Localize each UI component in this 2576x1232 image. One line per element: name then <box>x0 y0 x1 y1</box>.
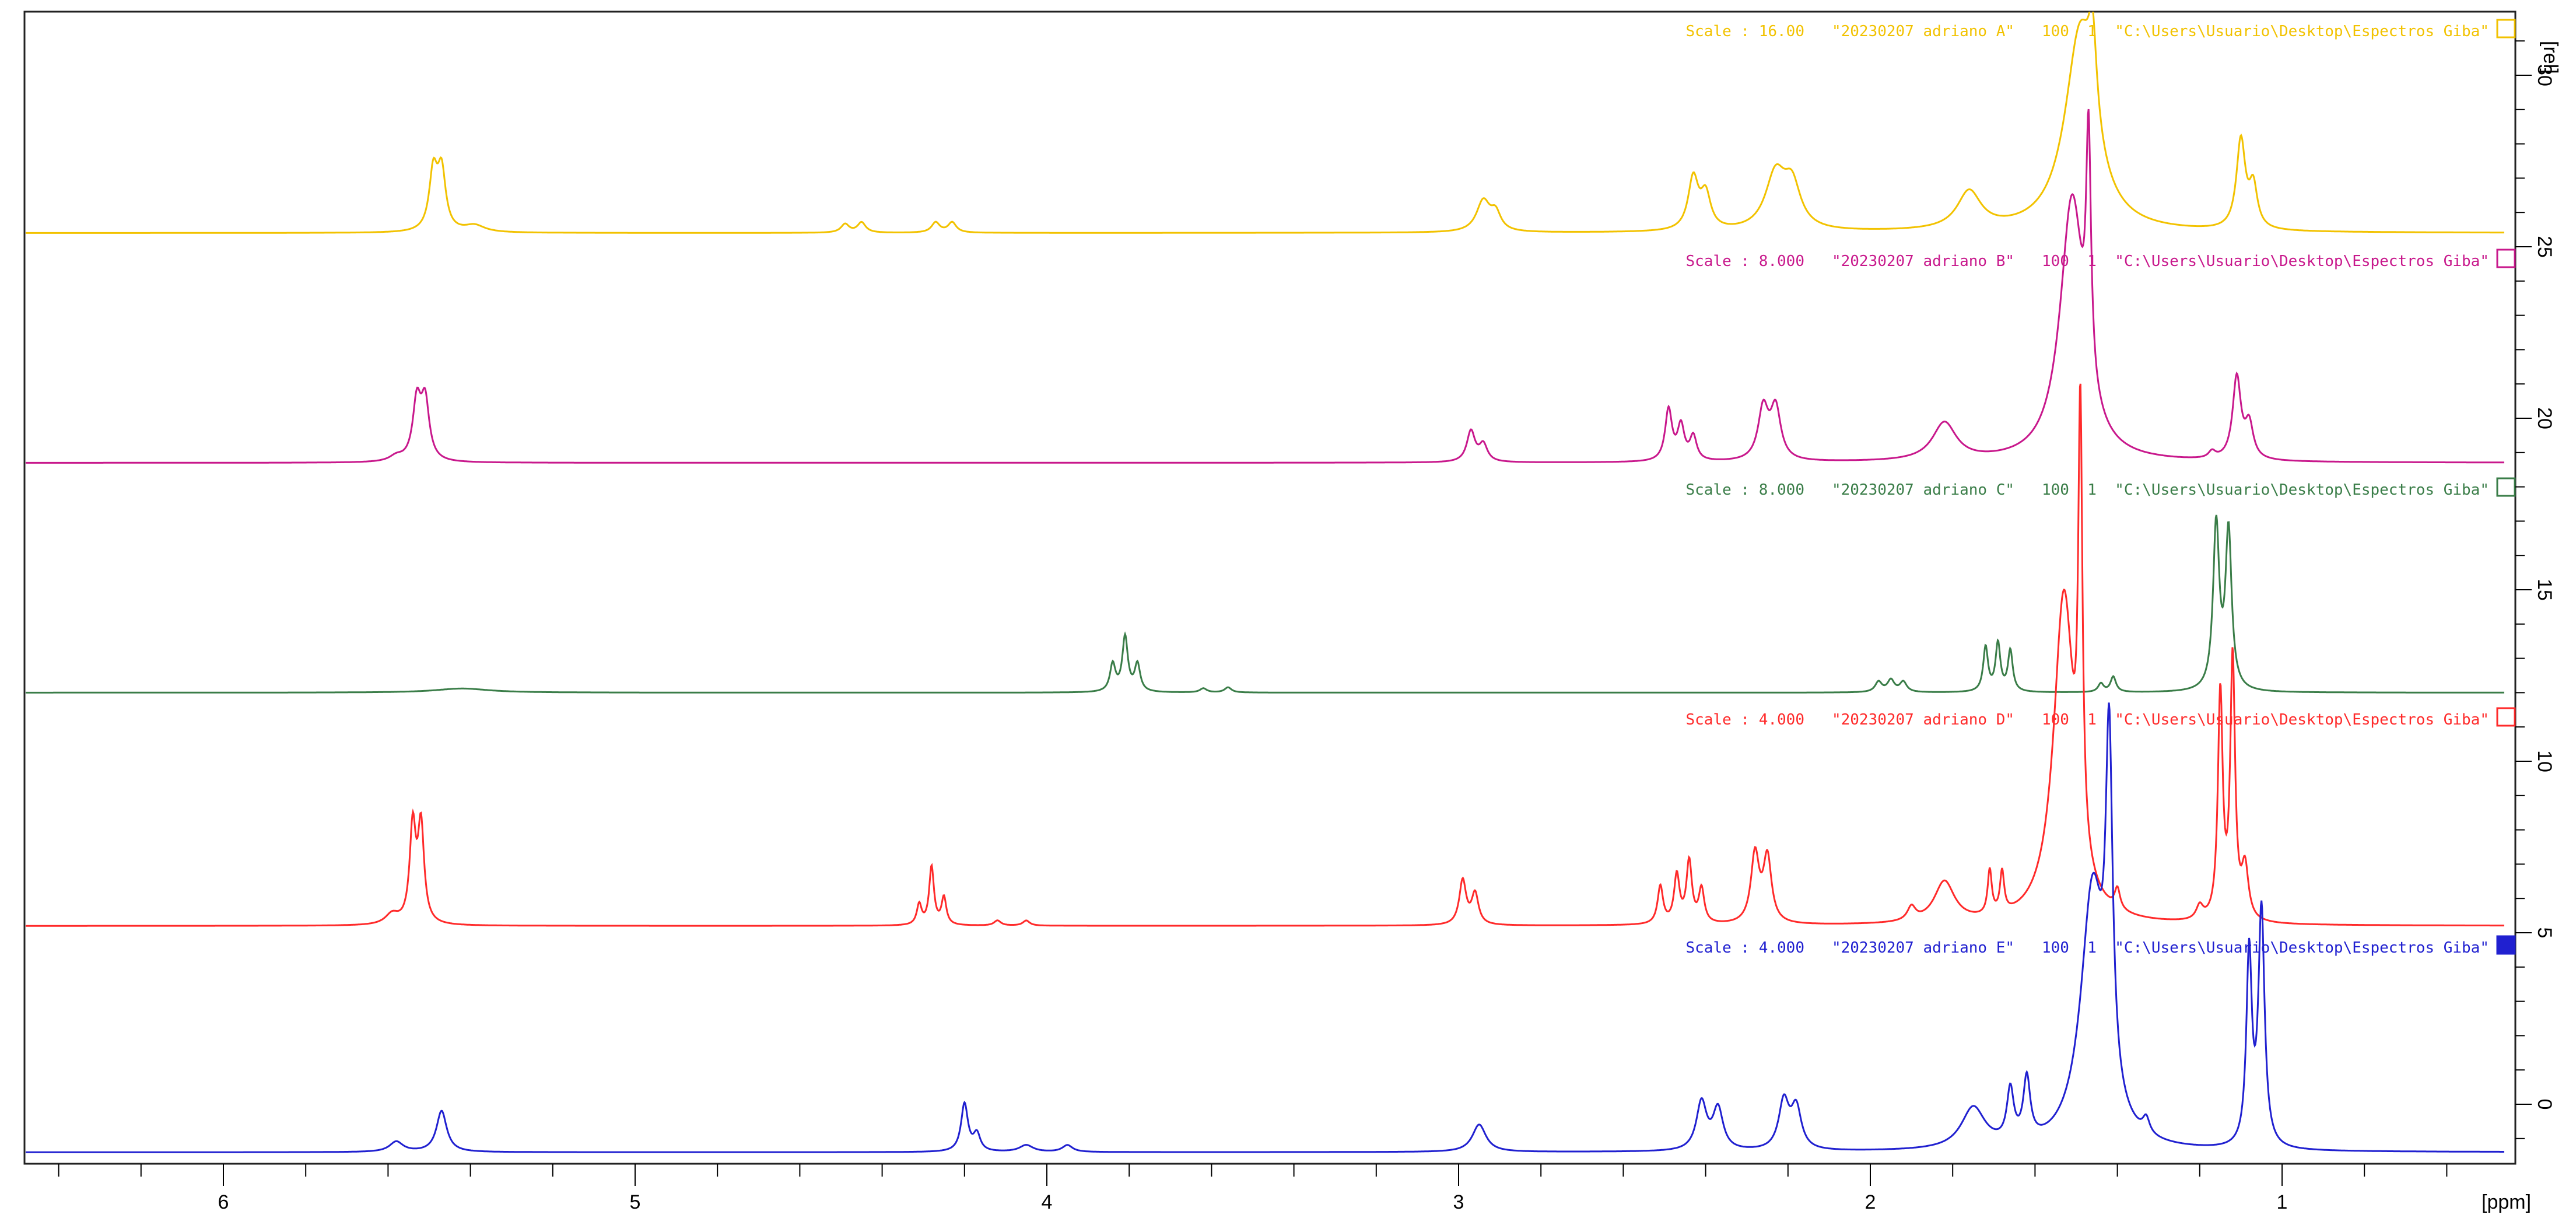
series-legend-box-a[interactable] <box>2496 19 2516 38</box>
y-tick-label: 20 <box>2533 407 2556 429</box>
y-axis: 051015202530 <box>2515 40 2556 1139</box>
y-tick-label: 15 <box>2533 579 2556 601</box>
x-tick-label: 1 <box>2277 1191 2288 1213</box>
series-legend-box-d[interactable] <box>2496 707 2516 727</box>
series-legend-box-b[interactable] <box>2496 249 2516 268</box>
y-axis-label: [rel] <box>2539 41 2561 74</box>
y-tick-label: 10 <box>2533 750 2556 772</box>
nmr-stacked-spectra-chart: Scale : 16.00 "20230207 adriano A" 100 1… <box>23 10 2561 1213</box>
y-tick-label: 25 <box>2533 236 2556 258</box>
y-tick-label: 0 <box>2533 1099 2556 1110</box>
x-axis-label: [ppm] <box>2482 1191 2531 1213</box>
series-label-c: Scale : 8.000 "20230207 adriano C" 100 1… <box>1686 481 2490 499</box>
series-legend-box-e[interactable] <box>2496 935 2516 955</box>
series-label-a: Scale : 16.00 "20230207 adriano A" 100 1… <box>1686 23 2490 40</box>
x-tick-label: 2 <box>1865 1191 1876 1213</box>
x-tick-label: 6 <box>218 1191 229 1213</box>
series-label-e: Scale : 4.000 "20230207 adriano E" 100 1… <box>1686 939 2490 957</box>
series-label-d: Scale : 4.000 "20230207 adriano D" 100 1… <box>1686 711 2490 729</box>
series-legend-box-c[interactable] <box>2496 477 2516 497</box>
x-axis: 6 5 4 3 2 1 <box>58 1164 2448 1213</box>
y-tick-label: 5 <box>2533 928 2556 939</box>
x-tick-label: 4 <box>1042 1191 1053 1213</box>
series-label-b: Scale : 8.000 "20230207 adriano B" 100 1… <box>1686 253 2490 270</box>
x-tick-label: 3 <box>1453 1191 1464 1213</box>
plot-frame <box>23 10 2517 1165</box>
x-tick-label: 5 <box>630 1191 641 1213</box>
